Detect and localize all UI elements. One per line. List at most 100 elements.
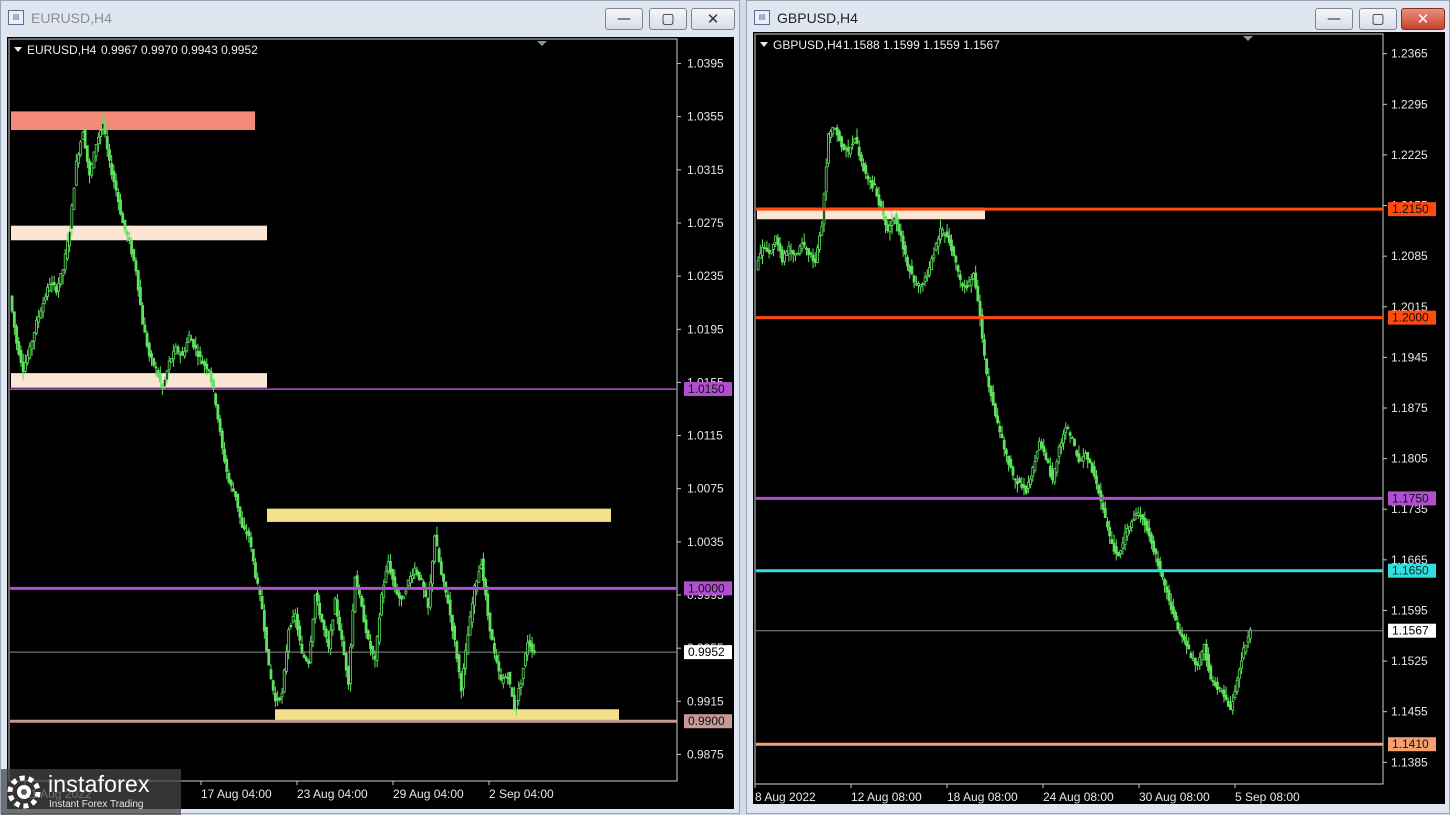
eurusd-titlebar[interactable]: ▤ EURUSD,H4 — ▢ ✕ — [1, 1, 739, 35]
candle-body — [1152, 540, 1156, 552]
candle-body — [939, 228, 942, 240]
candle-body — [1244, 644, 1248, 653]
minimize-button[interactable]: — — [1315, 8, 1353, 30]
candle-body — [313, 594, 317, 619]
candle-body — [316, 592, 319, 602]
candle-body — [1097, 484, 1101, 494]
candle-body — [517, 687, 521, 701]
instaforex-watermark: instaforex Instant Forex Trading — [1, 769, 181, 815]
candle-body — [417, 571, 421, 580]
candle-body — [519, 683, 523, 688]
candle-body — [15, 326, 18, 344]
candle-body — [824, 166, 828, 193]
candle-body — [1048, 465, 1052, 477]
candle-body — [260, 596, 264, 610]
candle-body — [96, 136, 100, 145]
eurusd-chart-window[interactable]: ▤ EURUSD,H4 — ▢ ✕ 1.0395 1.0355 1.0315 1.02… — [0, 0, 740, 815]
candle-body — [1231, 700, 1235, 711]
time-axis-label: 18 Aug 08:00 — [947, 790, 1018, 804]
candle-body — [216, 404, 220, 420]
candle-body — [965, 285, 969, 289]
gbpusd-chart[interactable]: 1.23651.22951.22251.21551.20851.20151.19… — [753, 32, 1445, 804]
price-axis-label: 1.0115 — [687, 429, 723, 443]
candle-body — [39, 310, 43, 319]
candle-body — [238, 506, 242, 518]
candle-body — [504, 676, 507, 679]
candle-body — [234, 491, 237, 498]
time-axis-label: 2 Sep 04:00 — [489, 787, 554, 801]
minimize-button[interactable]: — — [605, 8, 643, 30]
minimize-icon: — — [617, 11, 631, 27]
candle-body — [1136, 512, 1140, 516]
candle-body — [1235, 679, 1239, 692]
candle-body — [813, 258, 817, 263]
candle-body — [377, 617, 381, 643]
candle-body — [840, 136, 843, 148]
candle-body — [43, 296, 47, 301]
candle-body — [278, 697, 282, 701]
candle-body — [48, 283, 52, 292]
candle-body — [442, 573, 445, 582]
candle-body — [1055, 461, 1059, 473]
candle-body — [892, 217, 896, 221]
candle-body — [1215, 681, 1219, 690]
maximize-button[interactable]: ▢ — [1359, 8, 1397, 30]
close-button[interactable]: ✕ — [1401, 8, 1445, 30]
close-button[interactable]: ✕ — [691, 8, 735, 30]
candle-body — [848, 146, 852, 155]
candle-body — [439, 561, 443, 575]
candle-body — [280, 692, 284, 698]
candle-body — [240, 517, 244, 528]
candle-body — [818, 235, 822, 250]
gbpusd-chart-window[interactable]: ▤ GBPUSD,H4 — ▢ ✕ 1.2365 1.2295 1.2225 1.21… — [746, 0, 1450, 814]
candle-body — [331, 619, 335, 631]
candle-body — [1018, 478, 1021, 484]
maximize-button[interactable]: ▢ — [649, 8, 687, 30]
candle-body — [150, 353, 153, 359]
candle-body — [1207, 654, 1210, 671]
candle-body — [30, 340, 34, 350]
candle-body — [103, 123, 107, 135]
candle-body — [884, 216, 887, 226]
candle-body — [1224, 694, 1228, 700]
candle-body — [72, 187, 76, 210]
candle-body — [870, 180, 874, 189]
candle-body — [1020, 483, 1024, 488]
candle-body — [223, 448, 226, 462]
candle-body — [147, 343, 151, 357]
gbpusd-titlebar[interactable]: ▤ GBPUSD,H4 — ▢ ✕ — [747, 1, 1449, 35]
candle-body — [470, 602, 474, 623]
candle-body — [919, 284, 923, 288]
level-price-label: 1.1650 — [1392, 564, 1429, 578]
candle-body — [477, 571, 481, 583]
candle-body — [347, 666, 350, 685]
candle-body — [225, 458, 229, 472]
chart-symbol-label: EURUSD,H4 — [27, 43, 97, 57]
candle-body — [1180, 633, 1184, 638]
candle-body — [455, 641, 459, 660]
minimize-icon: — — [1327, 11, 1341, 27]
eurusd-chart[interactable]: 1.0395 1.0355 1.0315 1.0275 1.0235 1.0195 1.01… — [7, 37, 734, 809]
close-icon: ✕ — [1416, 10, 1430, 28]
candle-body — [23, 362, 27, 372]
candle-body — [220, 430, 224, 449]
candle-body — [1051, 469, 1054, 481]
candle-body — [901, 235, 905, 250]
price-axis-label: 1.0195 — [687, 322, 724, 336]
candle-body — [185, 342, 189, 352]
candle-body — [1053, 468, 1057, 483]
candle-body — [101, 122, 105, 130]
candle-body — [227, 472, 231, 483]
candle-body — [528, 640, 532, 648]
candle-body — [119, 199, 122, 215]
candle-body — [769, 250, 773, 254]
candle-body — [1139, 515, 1142, 517]
candle-body — [763, 247, 767, 250]
candle-body — [88, 160, 91, 176]
candle-body — [181, 351, 184, 356]
candle-body — [989, 386, 993, 397]
candle-body — [969, 278, 973, 287]
candle-body — [329, 630, 333, 650]
candle-body — [974, 272, 978, 288]
candle-body — [917, 283, 920, 286]
